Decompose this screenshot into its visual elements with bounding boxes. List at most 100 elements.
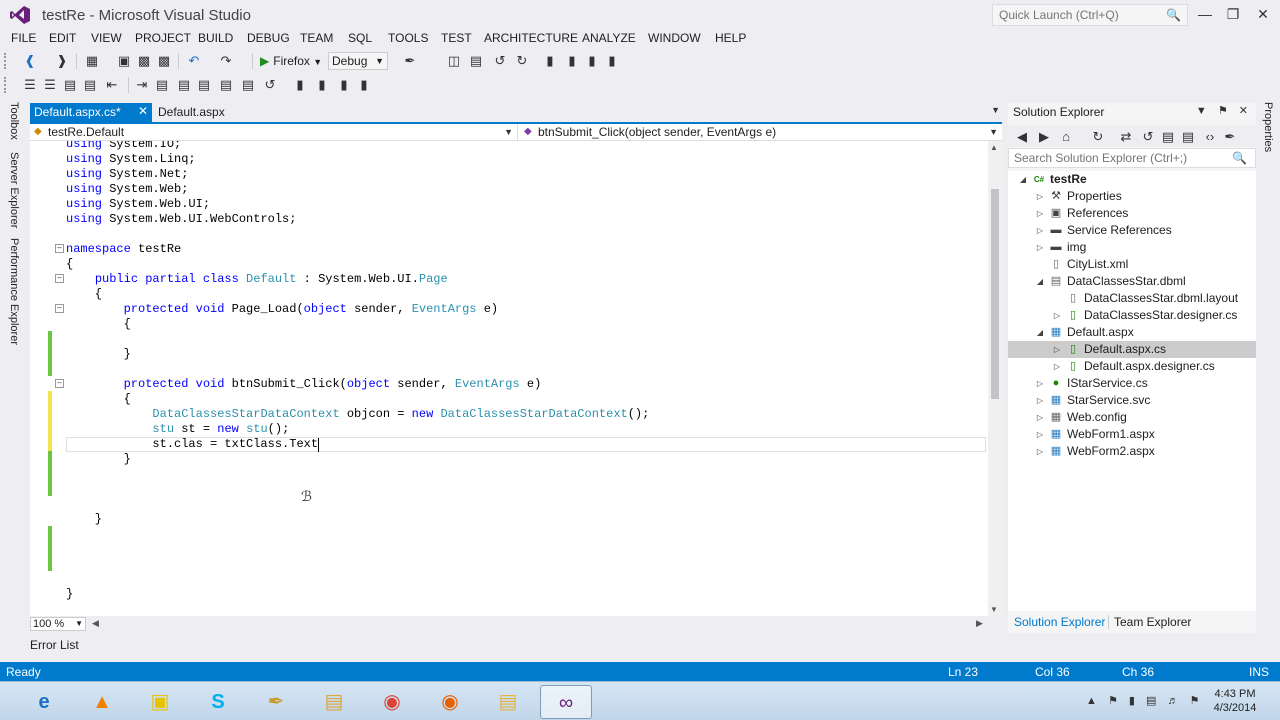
collapsed-arrow-icon[interactable]: ▷ [1035,239,1045,256]
save-all-icon[interactable]: ▩ [156,53,172,69]
scroll-up-icon[interactable]: ▲ [990,143,998,152]
tree-item[interactable]: ▷ ▯ DataClassesStar.designer.cs [1008,307,1256,324]
collapse-namespace-icon[interactable]: – [55,244,64,253]
quick-launch-input[interactable] [993,5,1163,25]
menu-analyze[interactable]: ANALYZE [582,31,636,45]
performance-explorer-tab[interactable]: Performance Explorer [8,238,20,345]
menu-build[interactable]: BUILD [198,31,233,45]
code-line[interactable]: using System.Web.UI; [66,197,986,212]
search-icon[interactable]: 🔍 [1232,151,1247,165]
tab-default-aspx[interactable]: Default.aspx [154,103,254,122]
toggle-bookmark-icon[interactable]: ▤ [196,77,212,93]
collapse-class-icon[interactable]: – [55,274,64,283]
collapse-method-icon[interactable]: – [55,379,64,388]
properties-window-icon[interactable]: ▤ [468,53,484,69]
tab-team-explorer[interactable]: Team Explorer [1108,615,1191,629]
code-line[interactable]: { [66,287,986,302]
menu-help[interactable]: HELP [715,31,746,45]
code-line[interactable] [66,497,986,512]
menu-architecture[interactable]: ARCHITECTURE [484,31,578,45]
code-line[interactable]: } [66,452,986,467]
forward-icon[interactable]: ▶ [1036,129,1052,145]
code-line[interactable]: DataClassesStarDataContext objcon = new … [66,407,986,422]
code-line[interactable] [66,362,986,377]
code-area[interactable]: using System.IO; using System.Linq; using … [66,141,986,602]
file-explorer-icon[interactable]: ▤ [308,685,360,719]
close-icon[interactable]: ✕ [138,104,148,118]
menu-file[interactable]: FILE [11,31,36,45]
class-navigation-dropdown[interactable]: ◆ testRe.Default ▼ [30,124,518,140]
find-in-files-icon[interactable]: ✒ [402,53,418,69]
back-icon[interactable]: ◀ [1014,129,1030,145]
attach-icon[interactable]: ↺ [262,77,278,93]
redo-icon[interactable]: ↷ [218,53,234,69]
code-line[interactable]: using System.IO; [66,141,986,152]
editor-vertical-scrollbar[interactable]: ▲ ▼ [988,141,1002,616]
code-line[interactable]: public partial class Default : System.We… [66,272,986,287]
code-line[interactable] [66,482,986,497]
sync-with-document-icon[interactable]: ⇄ [1118,129,1134,145]
scroll-down-icon[interactable]: ▼ [990,605,998,614]
word-completion-icon[interactable]: ▤ [82,77,98,93]
expanded-arrow-icon[interactable]: ◢ [1035,273,1045,290]
code-line[interactable]: } [66,587,986,602]
home-icon[interactable]: ⌂ [1058,129,1074,145]
code-line[interactable] [66,542,986,557]
scrollbar-thumb[interactable] [991,189,999,399]
maximize-button[interactable]: ❐ [1218,2,1248,26]
collapse-method-icon[interactable]: – [55,304,64,313]
code-line[interactable] [66,227,986,242]
view-code-icon[interactable]: ‹› [1202,129,1218,145]
menu-edit[interactable]: EDIT [49,31,76,45]
flag-icon[interactable]: ⚑ [1190,695,1200,707]
volume-icon[interactable]: ♬ [1167,695,1178,707]
code-line[interactable]: using System.Linq; [66,152,986,167]
code-line[interactable]: protected void Page_Load(object sender, … [66,302,986,317]
code-line[interactable]: { [66,392,986,407]
tree-item[interactable]: ▷ ▬ Service References [1008,222,1256,239]
navigate-forward-icon[interactable]: ❱ [54,53,70,69]
code-line[interactable]: { [66,257,986,272]
code-line[interactable] [66,557,986,572]
solution-search-box[interactable]: 🔍 [1008,148,1256,168]
expanded-arrow-icon[interactable]: ◢ [1035,324,1045,341]
battery-icon[interactable]: ▮ [1129,695,1135,707]
refresh-icon[interactable]: ↺ [1140,129,1156,145]
action-center-icon[interactable]: ⚑ [1108,695,1118,707]
internet-explorer-icon[interactable]: e [18,685,70,719]
tree-item[interactable]: ◢ ▤ DataClassesStar.dbml [1008,273,1256,290]
tree-item[interactable]: ◢ ▦ Default.aspx [1008,324,1256,341]
next-bookmark-icon[interactable]: ▤ [240,77,256,93]
network-icon[interactable]: ▤ [1146,695,1156,707]
quick-launch[interactable]: 🔍 [992,4,1188,26]
quick-info-icon[interactable]: ▤ [62,77,78,93]
menu-window[interactable]: WINDOW [648,31,701,45]
solution-search-input[interactable] [1009,149,1219,167]
minimize-button[interactable]: — [1190,2,1220,26]
pending-changes-filter-icon[interactable]: ↻ [1090,129,1106,145]
collapsed-arrow-icon[interactable]: ▷ [1052,341,1062,358]
clear-bookmark-icon[interactable]: ▮ [292,77,308,93]
new-project-icon[interactable]: ▦ [84,53,100,69]
menu-project[interactable]: PROJECT [135,31,191,45]
outdent-icon[interactable]: ⇤ [104,77,120,93]
code-line[interactable]: } [66,347,986,362]
close-button[interactable]: ✕ [1248,2,1278,26]
bookmark-next-folder-icon[interactable]: ▮ [336,77,352,93]
tree-item[interactable]: ▷ ▬ img [1008,239,1256,256]
solution-explorer-icon[interactable]: ◫ [446,53,462,69]
scroll-left-icon[interactable]: ◀ [92,618,99,629]
skype-icon[interactable]: S [192,685,244,719]
clear-bookmarks-icon[interactable]: ▮ [604,53,620,69]
tree-item[interactable]: ◢ C# testRe [1008,171,1256,188]
collapsed-arrow-icon[interactable]: ▷ [1035,205,1045,222]
tab-overflow-icon[interactable]: ▼ [991,105,1000,115]
collapsed-arrow-icon[interactable]: ▷ [1052,307,1062,324]
vlc-icon[interactable]: ▲ [76,685,128,719]
collapsed-arrow-icon[interactable]: ▷ [1035,426,1045,443]
code-line[interactable]: } [66,512,986,527]
firefox-icon[interactable]: ◉ [424,685,476,719]
code-line[interactable]: stu st = new stu(); [66,422,986,437]
list-members-icon[interactable]: ☰ [22,77,38,93]
collapsed-arrow-icon[interactable]: ▷ [1035,375,1045,392]
